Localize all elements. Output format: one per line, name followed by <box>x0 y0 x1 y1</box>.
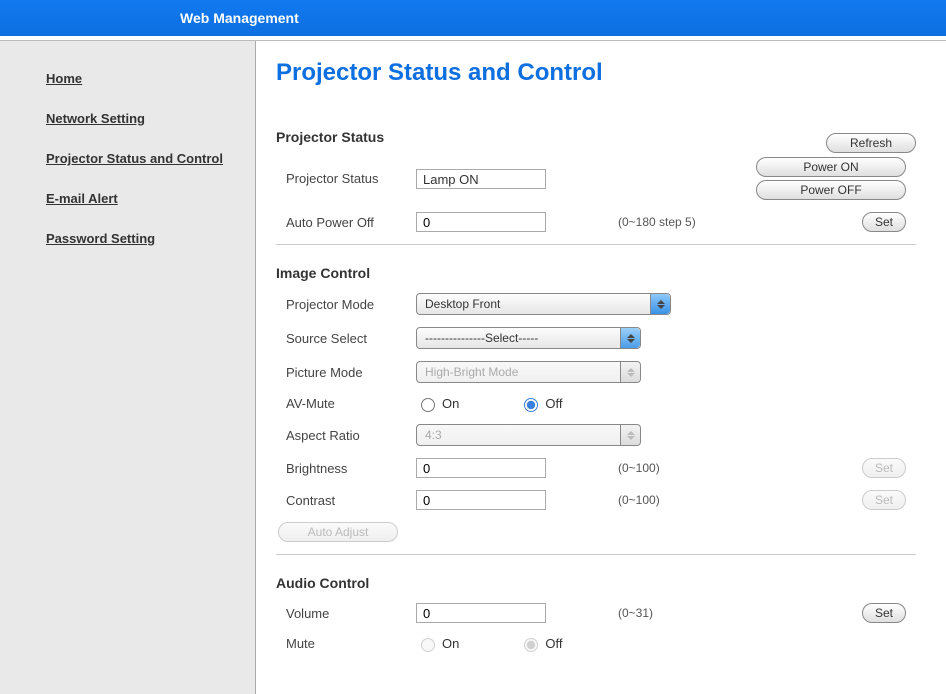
auto-power-off-row: Auto Power Off (0~180 step 5) Set <box>276 212 916 232</box>
mute-label: Mute <box>276 636 416 651</box>
chevron-updown-icon <box>650 294 670 314</box>
projector-mode-select[interactable]: Desktop Front <box>416 293 671 315</box>
top-bar: Web Management <box>0 0 946 36</box>
chevron-updown-icon <box>620 362 640 382</box>
brightness-label: Brightness <box>276 461 416 476</box>
sidebar-item-password-setting[interactable]: Password Setting <box>46 231 255 246</box>
av-mute-row: AV-Mute On Off <box>276 395 916 412</box>
brightness-row: Brightness (0~100) Set <box>276 458 916 478</box>
picture-mode-label: Picture Mode <box>276 365 416 380</box>
projector-status-row: Projector Status Lamp ON Power ON Power … <box>276 157 916 200</box>
chevron-updown-icon <box>620 328 640 348</box>
picture-mode-select: High-Bright Mode <box>416 361 641 383</box>
brightness-input[interactable] <box>416 458 546 478</box>
auto-power-off-hint: (0~180 step 5) <box>606 215 756 229</box>
picture-mode-row: Picture Mode High-Bright Mode <box>276 361 916 383</box>
sidebar: Home Network Setting Projector Status an… <box>0 41 256 694</box>
aspect-ratio-select: 4:3 <box>416 424 641 446</box>
audio-control-heading: Audio Control <box>276 575 916 591</box>
power-on-button[interactable]: Power ON <box>756 157 906 177</box>
av-mute-label: AV-Mute <box>276 396 416 411</box>
mute-on-option: On <box>416 635 459 652</box>
contrast-hint: (0~100) <box>606 493 756 507</box>
sidebar-item-projector-status-control[interactable]: Projector Status and Control <box>46 151 255 166</box>
mute-row: Mute On Off <box>276 635 916 652</box>
status-heading-row: Projector Status Refresh <box>276 129 916 157</box>
mute-on-radio <box>421 638 435 652</box>
auto-adjust-row: Auto Adjust <box>276 522 916 542</box>
projector-mode-value: Desktop Front <box>425 297 500 311</box>
divider <box>276 554 916 555</box>
contrast-input[interactable] <box>416 490 546 510</box>
app-title: Web Management <box>180 10 299 26</box>
av-mute-off-radio[interactable] <box>524 398 538 412</box>
projector-status-value: Lamp ON <box>416 169 546 189</box>
aspect-ratio-row: Aspect Ratio 4:3 <box>276 424 916 446</box>
av-mute-on-radio[interactable] <box>421 398 435 412</box>
projector-status-heading: Projector Status <box>276 129 384 145</box>
volume-set-button[interactable]: Set <box>862 603 906 623</box>
sidebar-item-home[interactable]: Home <box>46 71 255 86</box>
page-body: Home Network Setting Projector Status an… <box>0 41 946 694</box>
contrast-set-button: Set <box>862 490 906 510</box>
volume-hint: (0~31) <box>606 606 756 620</box>
brightness-hint: (0~100) <box>606 461 756 475</box>
chevron-updown-icon <box>620 425 640 445</box>
source-select-value: ---------------Select----- <box>425 331 538 345</box>
sidebar-item-network-setting[interactable]: Network Setting <box>46 111 255 126</box>
auto-power-off-set-button[interactable]: Set <box>862 212 906 232</box>
av-mute-on-option[interactable]: On <box>416 395 459 412</box>
image-control-heading: Image Control <box>276 265 916 281</box>
projector-mode-label: Projector Mode <box>276 297 416 312</box>
aspect-ratio-value: 4:3 <box>425 428 442 442</box>
sidebar-item-email-alert[interactable]: E-mail Alert <box>46 191 255 206</box>
content-area: Projector Status and Control Projector S… <box>256 41 946 694</box>
auto-adjust-button: Auto Adjust <box>278 522 398 542</box>
picture-mode-value: High-Bright Mode <box>425 365 518 379</box>
brightness-set-button: Set <box>862 458 906 478</box>
aspect-ratio-label: Aspect Ratio <box>276 428 416 443</box>
volume-input[interactable] <box>416 603 546 623</box>
av-mute-off-option[interactable]: Off <box>519 395 562 412</box>
volume-row: Volume (0~31) Set <box>276 603 916 623</box>
mute-off-option: Off <box>519 635 562 652</box>
power-off-button[interactable]: Power OFF <box>756 180 906 200</box>
source-select-dropdown[interactable]: ---------------Select----- <box>416 327 641 349</box>
source-select-row: Source Select ---------------Select----- <box>276 327 916 349</box>
projector-mode-row: Projector Mode Desktop Front <box>276 293 916 315</box>
refresh-button[interactable]: Refresh <box>826 133 916 153</box>
auto-power-off-label: Auto Power Off <box>276 215 416 230</box>
projector-status-label: Projector Status <box>276 171 416 186</box>
volume-label: Volume <box>276 606 416 621</box>
mute-off-radio <box>524 638 538 652</box>
auto-power-off-input[interactable] <box>416 212 546 232</box>
source-select-label: Source Select <box>276 331 416 346</box>
divider <box>276 244 916 245</box>
contrast-row: Contrast (0~100) Set <box>276 490 916 510</box>
contrast-label: Contrast <box>276 493 416 508</box>
page-title: Projector Status and Control <box>276 59 916 87</box>
